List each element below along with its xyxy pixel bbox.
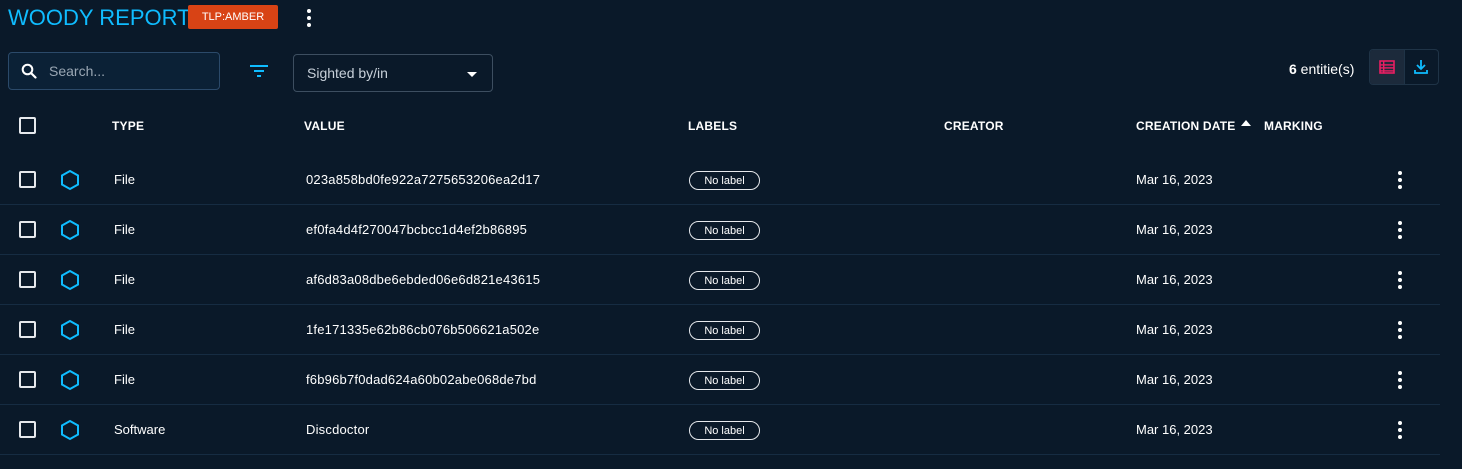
- table-header: TYPE VALUE LABELS CREATOR CREATION DATE …: [0, 104, 1462, 148]
- label-chip: No label: [689, 371, 760, 390]
- row-more-menu-icon[interactable]: [1392, 320, 1408, 340]
- row-checkbox[interactable]: [19, 221, 36, 238]
- search-input[interactable]: [47, 62, 207, 80]
- view-toggle: [1369, 49, 1439, 85]
- table-row[interactable]: File 1fe171335e62b86cb076b506621a502e No…: [0, 305, 1440, 355]
- table-row[interactable]: File af6d83a08dbe6ebded06e6d821e43615 No…: [0, 255, 1440, 305]
- label-chip: No label: [689, 321, 760, 340]
- marking-badge: TLP:AMBER: [188, 5, 278, 29]
- column-header-labels[interactable]: LABELS: [688, 119, 737, 133]
- entity-count: 6 entitie(s): [1289, 60, 1354, 78]
- row-more-menu-icon[interactable]: [1392, 270, 1408, 290]
- row-creation-date: Mar 16, 2023: [1136, 222, 1213, 237]
- entity-table-body: File 023a858bd0fe922a7275653206ea2d17 No…: [0, 155, 1462, 455]
- row-creation-date: Mar 16, 2023: [1136, 322, 1213, 337]
- hexagon-icon: [61, 369, 79, 391]
- row-checkbox[interactable]: [19, 271, 36, 288]
- column-header-creation-date[interactable]: CREATION DATE: [1136, 119, 1236, 133]
- row-creation-date: Mar 16, 2023: [1136, 372, 1213, 387]
- row-creation-date: Mar 16, 2023: [1136, 422, 1213, 437]
- report-title: WOODY REPORT: [8, 5, 191, 30]
- column-header-value[interactable]: VALUE: [304, 119, 345, 133]
- row-creation-date: Mar 16, 2023: [1136, 172, 1213, 187]
- hexagon-icon: [61, 219, 79, 241]
- column-header-creator[interactable]: CREATOR: [944, 119, 1004, 133]
- row-value: 023a858bd0fe922a7275653206ea2d17: [306, 172, 541, 187]
- label-chip: No label: [689, 171, 760, 190]
- row-type: File: [114, 322, 135, 337]
- hexagon-icon: [61, 269, 79, 291]
- row-checkbox[interactable]: [19, 421, 36, 438]
- row-value: 1fe171335e62b86cb076b506621a502e: [306, 322, 540, 337]
- row-type: File: [114, 272, 135, 287]
- report-more-menu-icon[interactable]: [301, 8, 317, 28]
- row-type: File: [114, 372, 135, 387]
- search-icon: [21, 63, 37, 79]
- table-row[interactable]: Software Discdoctor No label Mar 16, 202…: [0, 405, 1440, 455]
- row-value: af6d83a08dbe6ebded06e6d821e43615: [306, 272, 541, 287]
- search-box[interactable]: [8, 52, 220, 90]
- sighted-by-select[interactable]: Sighted by/in: [293, 54, 493, 92]
- row-more-menu-icon[interactable]: [1392, 170, 1408, 190]
- row-checkbox[interactable]: [19, 321, 36, 338]
- entity-count-number: 6: [1289, 61, 1297, 77]
- list-view-icon: [1379, 60, 1395, 74]
- column-header-type[interactable]: TYPE: [112, 119, 144, 133]
- row-value: f6b96b7f0dad624a60b02abe068de7bd: [306, 372, 537, 387]
- row-more-menu-icon[interactable]: [1392, 420, 1408, 440]
- table-row[interactable]: File f6b96b7f0dad624a60b02abe068de7bd No…: [0, 355, 1440, 405]
- row-more-menu-icon[interactable]: [1392, 370, 1408, 390]
- select-all-checkbox[interactable]: [19, 117, 36, 134]
- table-row[interactable]: File ef0fa4d4f270047bcbcc1d4ef2b86895 No…: [0, 205, 1440, 255]
- hexagon-icon: [61, 169, 79, 191]
- row-value: ef0fa4d4f270047bcbcc1d4ef2b86895: [306, 222, 528, 237]
- entity-count-suffix: entitie(s): [1296, 61, 1355, 77]
- list-view-button[interactable]: [1370, 50, 1404, 84]
- hexagon-icon: [61, 319, 79, 341]
- filter-icon[interactable]: [248, 61, 270, 81]
- row-checkbox[interactable]: [19, 371, 36, 388]
- label-chip: No label: [689, 221, 760, 240]
- row-type: File: [114, 222, 135, 237]
- row-creation-date: Mar 16, 2023: [1136, 272, 1213, 287]
- row-value: Discdoctor: [306, 422, 370, 437]
- label-chip: No label: [689, 421, 760, 440]
- table-row[interactable]: File 023a858bd0fe922a7275653206ea2d17 No…: [0, 155, 1440, 205]
- sighted-by-select-value: Sighted by/in: [307, 65, 388, 81]
- download-icon: [1414, 60, 1429, 74]
- sort-ascending-icon: [1241, 120, 1251, 126]
- row-more-menu-icon[interactable]: [1392, 220, 1408, 240]
- caret-down-icon: [467, 72, 477, 77]
- column-header-marking[interactable]: MARKING: [1264, 119, 1323, 133]
- export-button[interactable]: [1403, 50, 1438, 84]
- label-chip: No label: [689, 271, 760, 290]
- hexagon-icon: [61, 419, 79, 441]
- row-checkbox[interactable]: [19, 171, 36, 188]
- row-type: File: [114, 172, 135, 187]
- row-type: Software: [114, 422, 166, 437]
